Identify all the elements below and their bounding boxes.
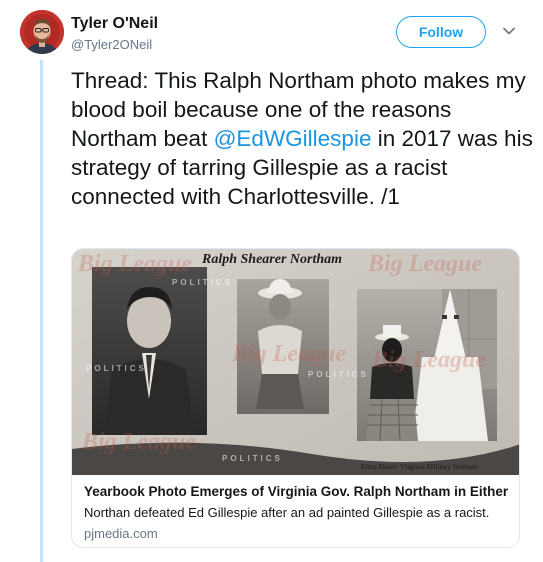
tweet-text: Thread: This Ralph Northam photo makes m… (71, 66, 533, 211)
follow-button[interactable]: Follow (396, 16, 486, 48)
link-preview-card[interactable]: Big League Big League Big League Big Lea… (71, 248, 520, 548)
watermark-text-2: Big League (231, 341, 346, 367)
watermark-sub-3: POLITICS (308, 370, 369, 379)
card-domain: pjmedia.com (84, 526, 158, 541)
card-description: Northan defeated Ed Gillespie after an a… (84, 505, 490, 520)
watermark-sub-1: POLITICS (172, 278, 233, 287)
avatar-image (20, 10, 64, 54)
watermark-text-4: Big League (81, 429, 196, 455)
card-image[interactable]: Big League Big League Big League Big Lea… (72, 249, 519, 475)
author-name[interactable]: Tyler O'Neil (71, 15, 158, 33)
watermark-text-1: Big League (77, 251, 192, 277)
watermark-text-5: Big League (371, 347, 486, 373)
yearbook-heading: Ralph Shearer Northam (201, 252, 342, 267)
author-handle[interactable]: @Tyler2ONeil (71, 37, 152, 52)
thread-connector-line (40, 60, 43, 562)
chevron-down-icon[interactable] (500, 22, 518, 40)
yearbook-caption: Alma Mater: Virginia Military Institute (360, 462, 478, 471)
avatar[interactable] (20, 10, 64, 54)
watermark-text-3: Big League (367, 251, 482, 277)
watermark-sub-2: POLITICS (86, 364, 147, 373)
card-title[interactable]: Yearbook Photo Emerges of Virginia Gov. … (84, 484, 509, 499)
mention-link[interactable]: @EdWGillespie (214, 126, 372, 151)
watermark-sub-4: POLITICS (222, 454, 283, 463)
